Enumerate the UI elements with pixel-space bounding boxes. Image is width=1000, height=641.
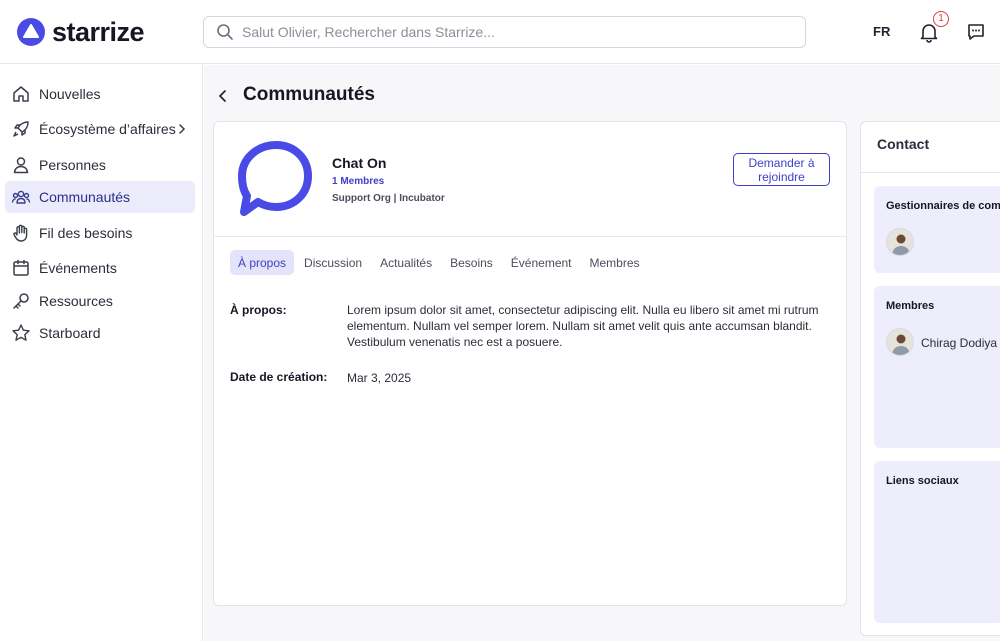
tab-a-propos[interactable]: À propos bbox=[230, 250, 295, 275]
member-avatar[interactable] bbox=[886, 328, 914, 356]
message-icon[interactable] bbox=[966, 22, 986, 42]
community-tabs: À propos Discussion Actualités Besoins É… bbox=[230, 250, 650, 275]
community-member-count[interactable]: 1 Membres bbox=[332, 176, 384, 187]
avatar-person-icon bbox=[892, 234, 910, 255]
members-box: Membres Chirag Dodiya bbox=[874, 286, 1000, 448]
hand-icon bbox=[13, 224, 28, 242]
page-title: Communautés bbox=[243, 84, 375, 105]
sidebar-item-label: Événements bbox=[39, 260, 117, 276]
language-selector[interactable]: FR bbox=[873, 24, 890, 39]
sidebar-item-ressources[interactable]: Ressources bbox=[5, 285, 195, 317]
tab-besoins[interactable]: Besoins bbox=[442, 250, 501, 275]
community-name: Chat On bbox=[332, 155, 387, 171]
top-header: starrize FR 1 bbox=[0, 0, 1000, 64]
sidebar-item-fil-des-besoins[interactable]: Fil des besoins bbox=[5, 217, 195, 249]
sidebar-item-label: Personnes bbox=[39, 157, 106, 173]
manager-avatar[interactable] bbox=[886, 228, 914, 256]
tab-actualites[interactable]: Actualités bbox=[372, 250, 440, 275]
back-button[interactable] bbox=[213, 86, 233, 106]
sidebar-item-personnes[interactable]: Personnes bbox=[5, 149, 195, 181]
social-links-box: Liens sociaux bbox=[874, 461, 1000, 623]
people-group-icon bbox=[11, 190, 31, 204]
sidebar-item-label: Ressources bbox=[39, 293, 113, 309]
contact-divider bbox=[861, 172, 1000, 173]
key-icon bbox=[13, 293, 29, 309]
sidebar-item-label: Nouvelles bbox=[39, 86, 101, 102]
tab-membres[interactable]: Membres bbox=[582, 250, 648, 275]
sidebar-item-label: Fil des besoins bbox=[39, 225, 133, 241]
member-name[interactable]: Chirag Dodiya bbox=[921, 336, 997, 350]
rocket-icon bbox=[13, 121, 29, 137]
home-icon bbox=[13, 86, 29, 102]
tab-discussion[interactable]: Discussion bbox=[296, 250, 370, 275]
community-meta: Support Org | Incubator bbox=[332, 193, 445, 204]
search-input[interactable] bbox=[242, 24, 762, 40]
tab-evenement[interactable]: Événement bbox=[503, 250, 580, 275]
members-title: Membres bbox=[886, 300, 935, 312]
creation-date-value: Mar 3, 2025 bbox=[347, 371, 412, 385]
managers-box: Gestionnaires de communauté bbox=[874, 186, 1000, 273]
chevron-left-icon bbox=[219, 90, 226, 102]
managers-title: Gestionnaires de communauté bbox=[886, 200, 1000, 212]
sidebar-item-label: Communautés bbox=[39, 189, 131, 205]
brand-logo[interactable]: starrize bbox=[16, 16, 145, 48]
sidebar-item-starboard[interactable]: Starboard bbox=[5, 317, 195, 349]
calendar-icon bbox=[13, 259, 29, 276]
starrize-logo-icon bbox=[17, 18, 45, 46]
sidebar-item-evenements[interactable]: Événements bbox=[5, 252, 195, 284]
card-divider bbox=[214, 236, 846, 237]
creation-date-label: Date de création: bbox=[230, 370, 328, 384]
chat-bubble-icon bbox=[238, 141, 312, 216]
avatar-person-icon bbox=[892, 334, 910, 355]
notification-badge: 1 bbox=[933, 11, 949, 27]
about-label: À propos: bbox=[230, 303, 287, 317]
sidebar-item-ecosysteme[interactable]: Écosystème d’affaires bbox=[5, 113, 195, 145]
search-icon bbox=[217, 24, 233, 40]
social-links-title: Liens sociaux bbox=[886, 475, 959, 487]
sidebar-item-label: Starboard bbox=[39, 325, 101, 341]
request-join-button[interactable]: Demander à rejoindre bbox=[733, 153, 830, 186]
brand-name: starrize bbox=[52, 16, 145, 47]
sidebar-item-communautes[interactable]: Communautés bbox=[5, 181, 195, 213]
sidebar-item-nouvelles[interactable]: Nouvelles bbox=[5, 78, 195, 110]
sidebar-item-label: Écosystème d’affaires bbox=[39, 121, 176, 137]
sidebar: Nouvelles Écosystème d’affaires Personne… bbox=[0, 64, 203, 641]
star-icon bbox=[12, 324, 30, 341]
chevron-right-icon bbox=[179, 124, 186, 134]
contact-title: Contact bbox=[877, 136, 930, 152]
about-text: Lorem ipsum dolor sit amet, consectetur … bbox=[347, 303, 819, 349]
person-icon bbox=[13, 157, 29, 174]
search-bar[interactable] bbox=[203, 16, 806, 48]
